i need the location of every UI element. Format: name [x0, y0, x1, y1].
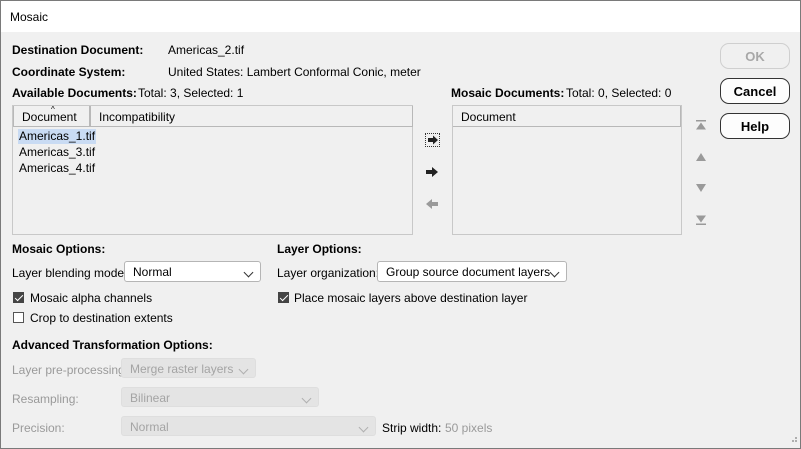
available-documents-summary: Total: 3, Selected: 1 — [138, 86, 244, 100]
place-mosaic-layers-label: Place mosaic layers above destination la… — [294, 291, 528, 305]
precision-label: Precision: — [12, 421, 65, 435]
mosaic-column-header-document-label: Document — [461, 110, 516, 124]
chevron-down-icon — [549, 267, 560, 278]
crop-to-destination-checkbox[interactable] — [13, 312, 24, 323]
available-documents-list[interactable]: Document ^ Incompatibility Americas_1.ti… — [12, 105, 413, 235]
move-to-top-icon[interactable] — [694, 118, 708, 132]
mosaic-dialog: Mosaic Destination Document: Americas_2.… — [0, 0, 801, 449]
cancel-button[interactable]: Cancel — [720, 78, 790, 104]
column-header-incompatibility[interactable]: Incompatibility — [90, 106, 413, 127]
strip-width-label: Strip width: — [382, 421, 442, 435]
crop-to-destination-label: Crop to destination extents — [30, 311, 173, 325]
layer-organization-value: Group source document layers — [386, 265, 551, 279]
advanced-options-heading: Advanced Transformation Options: — [12, 338, 213, 352]
coordinate-system-value: United States: Lambert Conformal Conic, … — [168, 65, 421, 79]
ok-button[interactable]: OK — [720, 43, 790, 69]
layer-blending-mode-dropdown[interactable]: Normal — [124, 261, 261, 282]
mosaic-options-heading: Mosaic Options: — [12, 242, 106, 256]
layer-options-heading: Layer Options: — [277, 242, 362, 256]
chevron-down-icon — [243, 267, 254, 278]
available-documents-label: Available Documents: — [12, 86, 137, 100]
move-to-bottom-icon[interactable] — [694, 213, 708, 227]
sort-caret-icon: ^ — [51, 105, 55, 114]
layer-organization-label: Layer organization: — [277, 266, 380, 280]
mosaic-documents-summary: Total: 0, Selected: 0 — [566, 86, 672, 100]
list-item[interactable]: Americas_1.tif — [18, 129, 97, 144]
column-header-incompatibility-label: Incompatibility — [99, 110, 176, 124]
mosaic-column-header-document[interactable]: Document — [453, 106, 681, 127]
chevron-down-icon — [301, 393, 312, 404]
layer-blending-mode-value: Normal — [133, 265, 172, 279]
strip-width-value: 50 pixels — [445, 421, 493, 435]
layer-preprocessing-value: Merge raster layers — [130, 362, 234, 376]
resampling-dropdown[interactable]: Bilinear — [121, 387, 319, 407]
title-bar: Mosaic — [1, 1, 800, 32]
resampling-label: Resampling: — [12, 392, 79, 406]
add-all-arrow-icon[interactable] — [425, 133, 440, 147]
mosaic-documents-list[interactable]: Document — [452, 105, 682, 235]
layer-preprocessing-label: Layer pre-processing — [12, 363, 125, 377]
chevron-down-icon — [238, 364, 249, 375]
resampling-value: Bilinear — [130, 391, 171, 405]
list-item[interactable]: Americas_4.tif — [18, 161, 96, 176]
destination-document-label: Destination Document: — [12, 43, 144, 57]
column-header-document[interactable]: Document ^ — [13, 105, 90, 127]
mosaic-alpha-channels-label: Mosaic alpha channels — [30, 291, 153, 305]
mosaic-alpha-channels-checkbox[interactable] — [13, 292, 24, 303]
mosaic-documents-label: Mosaic Documents: — [451, 86, 565, 100]
help-button[interactable]: Help — [720, 113, 790, 139]
chevron-down-icon — [358, 422, 369, 433]
coordinate-system-label: Coordinate System: — [12, 65, 126, 79]
column-header-document-label: Document — [22, 110, 77, 124]
layer-preprocessing-dropdown[interactable]: Merge raster layers — [121, 358, 256, 378]
list-item[interactable]: Americas_3.tif — [18, 145, 96, 160]
add-arrow-icon[interactable] — [425, 165, 439, 179]
move-up-icon[interactable] — [694, 150, 708, 164]
move-down-icon[interactable] — [694, 181, 708, 195]
destination-document-value: Americas_2.tif — [168, 43, 245, 57]
window-title: Mosaic — [10, 10, 49, 24]
precision-dropdown[interactable]: Normal — [121, 416, 376, 436]
resize-grip-icon[interactable] — [788, 432, 798, 446]
precision-value: Normal — [130, 420, 169, 434]
layer-blending-mode-label: Layer blending mode: — [12, 266, 128, 280]
layer-organization-dropdown[interactable]: Group source document layers — [377, 261, 567, 282]
remove-arrow-icon[interactable] — [425, 197, 439, 211]
place-mosaic-layers-checkbox[interactable] — [278, 292, 289, 303]
